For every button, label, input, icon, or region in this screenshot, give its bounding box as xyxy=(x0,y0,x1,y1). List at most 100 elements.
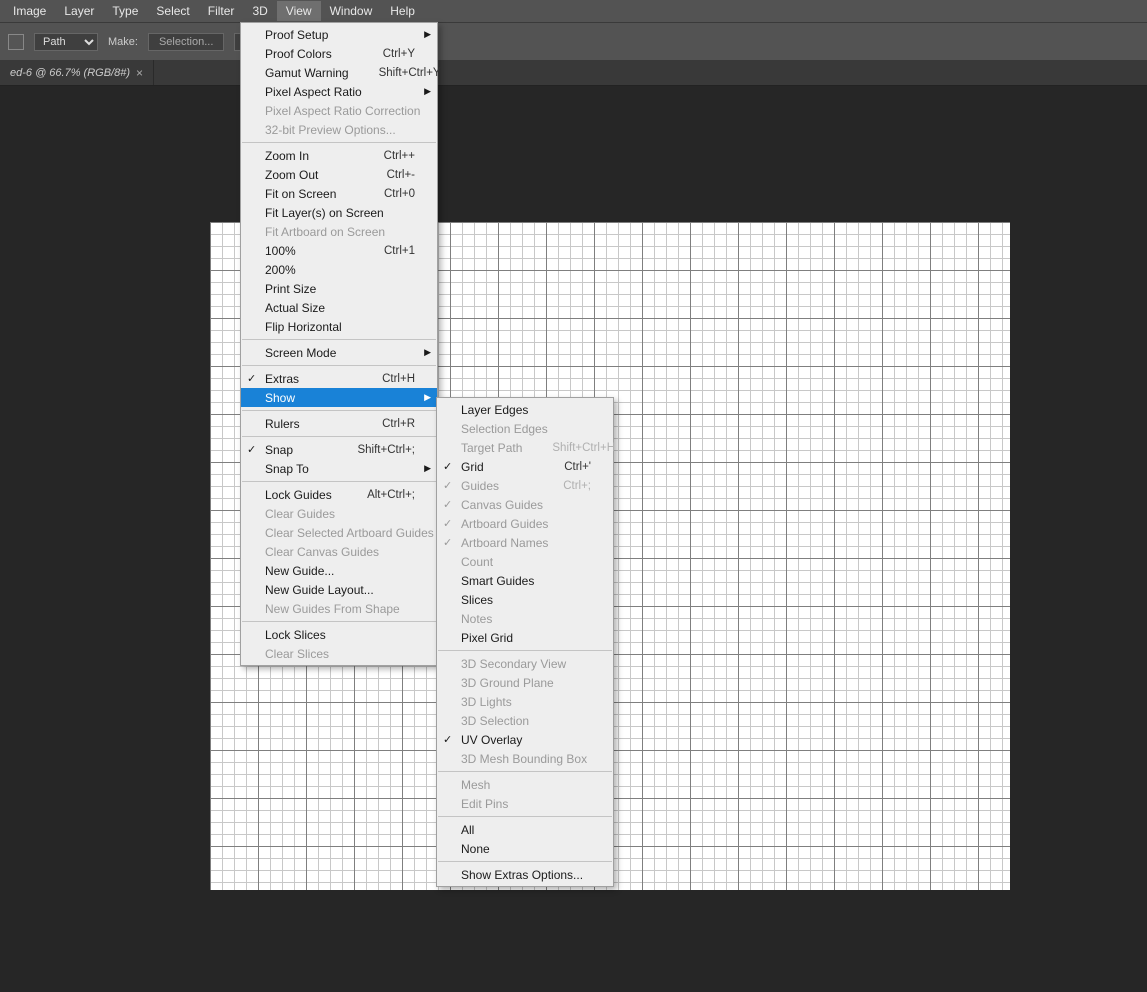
menu-item-shortcut: Alt+Ctrl+; xyxy=(367,489,415,501)
menu-type[interactable]: Type xyxy=(103,1,147,21)
show-submenu-item-mesh: Mesh xyxy=(437,775,613,794)
check-icon: ✓ xyxy=(247,372,256,385)
menu-item-label: Clear Slices xyxy=(265,647,415,661)
menu-item-label: Snap To xyxy=(265,462,415,476)
view-menu-item-separator xyxy=(242,365,436,366)
show-submenu-item-pixel-grid[interactable]: Pixel Grid xyxy=(437,628,613,647)
view-menu-item-lock-slices[interactable]: Lock Slices xyxy=(241,625,437,644)
menu-item-label: New Guide... xyxy=(265,564,415,578)
view-menu-item-200[interactable]: 200% xyxy=(241,260,437,279)
view-menu-item-rulers[interactable]: RulersCtrl+R xyxy=(241,414,437,433)
show-submenu-item-smart-guides[interactable]: Smart Guides xyxy=(437,571,613,590)
menu-filter[interactable]: Filter xyxy=(199,1,244,21)
show-submenu-item-uv-overlay[interactable]: ✓UV Overlay xyxy=(437,730,613,749)
document-tab[interactable]: ed-6 @ 66.7% (RGB/8#) × xyxy=(0,60,154,85)
show-submenu-item-3d-selection: 3D Selection xyxy=(437,711,613,730)
show-submenu-item-grid[interactable]: ✓GridCtrl+' xyxy=(437,457,613,476)
menu-item-label: Lock Guides xyxy=(265,488,337,502)
options-bar: Path Make: Selection... M Align Edges xyxy=(0,22,1147,60)
view-menu-item-lock-guides[interactable]: Lock Guides Alt+Ctrl+; xyxy=(241,485,437,504)
menu-layer[interactable]: Layer xyxy=(55,1,103,21)
view-menu-item-actual-size[interactable]: Actual Size xyxy=(241,298,437,317)
check-icon: ✓ xyxy=(443,460,452,473)
show-submenu-item-artboard-names: ✓Artboard Names xyxy=(437,533,613,552)
view-menu-item-100[interactable]: 100%Ctrl+1 xyxy=(241,241,437,260)
make-label: Make: xyxy=(108,36,138,48)
menu-item-label: 3D Lights xyxy=(461,695,591,709)
view-menu-item-zoom-in[interactable]: Zoom InCtrl++ xyxy=(241,146,437,165)
menu-item-label: Layer Edges xyxy=(461,403,591,417)
menu-item-label: UV Overlay xyxy=(461,733,591,747)
menu-item-label: Print Size xyxy=(265,282,415,296)
menu-item-label: Edit Pins xyxy=(461,797,591,811)
show-submenu-item-artboard-guides: ✓Artboard Guides xyxy=(437,514,613,533)
show-submenu-item-show-extras-options[interactable]: Show Extras Options... xyxy=(437,865,613,884)
menu-item-label: Smart Guides xyxy=(461,574,591,588)
view-menu-item-show[interactable]: Show▶ xyxy=(241,388,437,407)
view-menu-item-screen-mode[interactable]: Screen Mode▶ xyxy=(241,343,437,362)
view-menu-item-fit-layer-s-on-screen[interactable]: Fit Layer(s) on Screen xyxy=(241,203,437,222)
menu-item-label: Artboard Guides xyxy=(461,517,591,531)
show-submenu-item-canvas-guides: ✓Canvas Guides xyxy=(437,495,613,514)
menu-3d[interactable]: 3D xyxy=(243,1,276,21)
show-submenu-item-all[interactable]: All xyxy=(437,820,613,839)
menu-help[interactable]: Help xyxy=(381,1,424,21)
menu-item-shortcut: Shift+Ctrl+; xyxy=(357,444,415,456)
show-submenu-item-separator xyxy=(438,771,612,772)
menu-item-label: Zoom Out xyxy=(265,168,357,182)
menu-select[interactable]: Select xyxy=(147,1,198,21)
show-submenu-item-slices[interactable]: Slices xyxy=(437,590,613,609)
menu-item-shortcut: Ctrl++ xyxy=(384,150,415,162)
menu-item-label: 3D Mesh Bounding Box xyxy=(461,752,591,766)
view-menu-item-new-guide-layout[interactable]: New Guide Layout... xyxy=(241,580,437,599)
view-menu-item-clear-slices: Clear Slices xyxy=(241,644,437,663)
menu-item-shortcut: Ctrl+0 xyxy=(384,188,415,200)
view-menu-item-separator xyxy=(242,339,436,340)
view-menu-item-extras[interactable]: ✓ExtrasCtrl+H xyxy=(241,369,437,388)
view-menu-item-pixel-aspect-ratio[interactable]: Pixel Aspect Ratio▶ xyxy=(241,82,437,101)
view-menu-item-print-size[interactable]: Print Size xyxy=(241,279,437,298)
show-submenu-item-separator xyxy=(438,650,612,651)
menu-item-shortcut: Ctrl+- xyxy=(387,169,415,181)
pen-tool-icon xyxy=(8,34,24,50)
menu-item-label: Notes xyxy=(461,612,591,626)
menu-item-shortcut: Ctrl+1 xyxy=(384,245,415,257)
view-menu-item-proof-setup[interactable]: Proof Setup▶ xyxy=(241,25,437,44)
menu-item-label: Lock Slices xyxy=(265,628,415,642)
view-menu-item-zoom-out[interactable]: Zoom Out Ctrl+- xyxy=(241,165,437,184)
menu-item-label: Proof Colors xyxy=(265,47,353,61)
menu-item-label: Clear Selected Artboard Guides xyxy=(265,526,434,540)
show-submenu-item-layer-edges[interactable]: Layer Edges xyxy=(437,400,613,419)
show-submenu-item-separator xyxy=(438,861,612,862)
menu-item-label: Grid xyxy=(461,460,534,474)
view-menu-item-proof-colors[interactable]: Proof ColorsCtrl+Y xyxy=(241,44,437,63)
menu-item-label: Show Extras Options... xyxy=(461,868,591,882)
menu-item-shortcut: Shift+Ctrl+Y xyxy=(379,67,441,79)
menu-window[interactable]: Window xyxy=(321,1,382,21)
menu-item-shortcut: Ctrl+; xyxy=(563,480,591,492)
show-submenu-item-none[interactable]: None xyxy=(437,839,613,858)
menu-item-shortcut: Ctrl+H xyxy=(382,373,415,385)
view-menu-item-snap[interactable]: ✓SnapShift+Ctrl+; xyxy=(241,440,437,459)
show-submenu-item-guides: ✓GuidesCtrl+; xyxy=(437,476,613,495)
close-icon[interactable]: × xyxy=(136,66,143,80)
menu-item-label: Fit on Screen xyxy=(265,187,354,201)
menu-item-label: Fit Layer(s) on Screen xyxy=(265,206,415,220)
show-submenu-item-3d-ground-plane: 3D Ground Plane xyxy=(437,673,613,692)
view-menu-item-flip-horizontal[interactable]: Flip Horizontal xyxy=(241,317,437,336)
view-menu-item-clear-guides: Clear Guides xyxy=(241,504,437,523)
submenu-arrow-icon: ▶ xyxy=(424,392,431,403)
view-menu-item-snap-to[interactable]: Snap To▶ xyxy=(241,459,437,478)
menu-image[interactable]: Image xyxy=(4,1,55,21)
menu-item-label: Gamut Warning xyxy=(265,66,349,80)
view-menu-item-fit-on-screen[interactable]: Fit on Screen Ctrl+0 xyxy=(241,184,437,203)
menu-item-label: New Guides From Shape xyxy=(265,602,415,616)
show-submenu-item-separator xyxy=(438,816,612,817)
view-menu-item-gamut-warning[interactable]: Gamut WarningShift+Ctrl+Y xyxy=(241,63,437,82)
menu-item-label: Clear Guides xyxy=(265,507,415,521)
path-mode-select[interactable]: Path xyxy=(34,33,98,51)
selection-button[interactable]: Selection... xyxy=(148,33,224,51)
menu-view[interactable]: View xyxy=(277,1,321,21)
view-menu-item-new-guide[interactable]: New Guide... xyxy=(241,561,437,580)
view-menu-item-clear-canvas-guides: Clear Canvas Guides xyxy=(241,542,437,561)
